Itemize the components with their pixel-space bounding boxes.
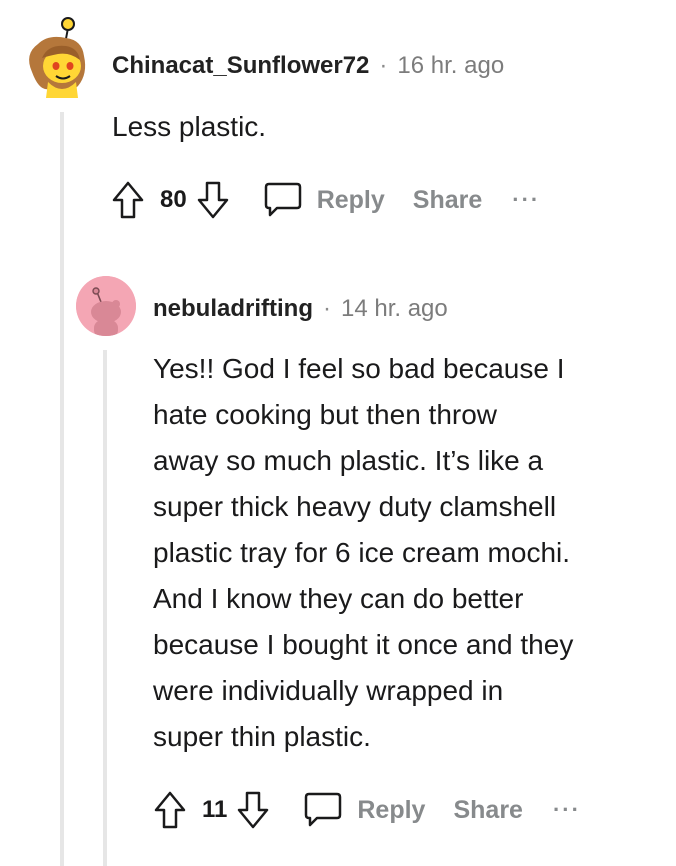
comment-body: Less plastic. [112,111,267,142]
meta-separator: · [322,295,331,322]
snoo-avatar-yellow-icon [29,17,86,98]
reply-body-line: plastic tray for 6 ice cream mochi. [153,537,571,568]
thread-line-reply[interactable] [103,350,107,866]
comment-bubble-icon[interactable] [301,788,345,832]
reply-body-line: super thick heavy duty clamshell [153,491,557,522]
comment-meta: Chinacat_Sunflower72 · 16 hr. ago [112,52,504,80]
timestamp[interactable]: 14 hr. ago [341,295,448,323]
upvote-icon[interactable] [108,178,148,222]
comment-bubble-icon[interactable] [261,178,305,222]
reply-button[interactable]: Reply [357,796,425,825]
reply-body-line: hate cooking but then throw [153,399,498,430]
downvote-icon[interactable] [233,788,273,832]
reply-button[interactable]: Reply [317,186,385,215]
avatar[interactable] [18,14,102,98]
username[interactable]: nebuladrifting [153,295,313,323]
reply-body-line: away so much plastic. It’s like a [153,445,544,476]
share-button[interactable]: Share [453,796,522,825]
comment-actions: 80 Reply Share ··· [108,176,540,224]
reply-body-line: And I know they can do better [153,583,524,614]
reply-body-line: were individually wrapped in [153,675,504,706]
reply-body-line: Yes!! God I feel so bad because I [153,353,565,384]
upvote-icon[interactable] [150,788,190,832]
thread-line-comment[interactable] [60,112,64,866]
vote-score: 80 [160,186,187,213]
avatar[interactable] [76,276,136,336]
vote-score: 11 [202,796,228,823]
username[interactable]: Chinacat_Sunflower72 [112,52,369,80]
reply-actions: 11 Reply Share ··· [150,786,581,834]
more-options-button[interactable]: ··· [553,797,581,823]
meta-separator: · [379,52,388,79]
reply-body: Yes!! God I feel so bad because I hate c… [153,346,573,760]
share-button[interactable]: Share [413,186,482,215]
reply-meta: nebuladrifting · 14 hr. ago [153,295,448,323]
downvote-icon[interactable] [193,178,233,222]
more-options-button[interactable]: ··· [512,187,540,213]
timestamp[interactable]: 16 hr. ago [397,52,504,80]
snoo-avatar-pink-icon [76,276,136,336]
reply-body-line: because I bought it once and they [153,629,574,660]
reply-body-line: super thin plastic. [153,721,371,752]
